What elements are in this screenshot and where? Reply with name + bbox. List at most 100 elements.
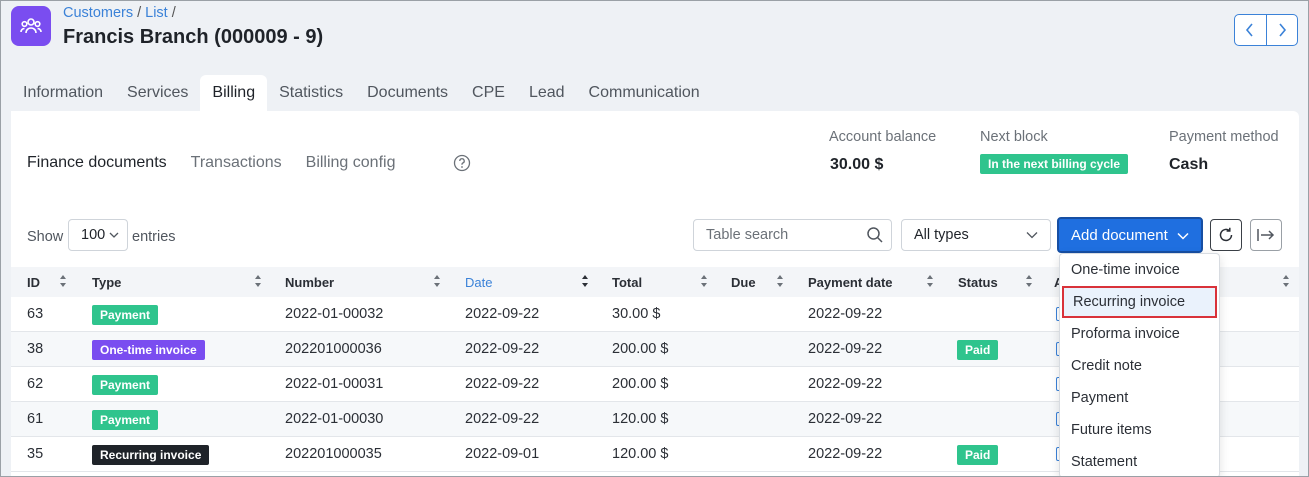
cell-total: 120.00 $ (612, 411, 669, 427)
entries-select[interactable]: 100 (68, 219, 128, 251)
tab-services[interactable]: Services (115, 75, 200, 111)
menu-item-credit-note[interactable]: Credit note (1060, 350, 1219, 382)
cell-id: 62 (27, 376, 44, 392)
record-navigation (1234, 14, 1298, 46)
export-arrow-icon (1257, 229, 1275, 241)
menu-item-one-time-invoice[interactable]: One-time invoice (1060, 254, 1219, 286)
chevron-left-icon[interactable] (1235, 15, 1266, 45)
add-document-menu: One-time invoice Recurring invoice Profo… (1059, 253, 1220, 476)
tab-lead[interactable]: Lead (517, 75, 577, 111)
cell-id: 63 (27, 306, 44, 322)
refresh-button[interactable] (1210, 219, 1242, 251)
types-value: All types (914, 227, 969, 243)
breadcrumb-separator: / (171, 5, 176, 21)
sort-icon[interactable] (1282, 274, 1290, 291)
cell-id: 38 (27, 341, 44, 357)
customers-group-icon (11, 6, 51, 46)
breadcrumb-separator: / (137, 5, 142, 21)
status-badge: Paid (957, 340, 999, 360)
tab-information[interactable]: Information (11, 75, 115, 111)
chevron-down-icon (1026, 232, 1038, 239)
menu-item-recurring-invoice[interactable]: Recurring invoice (1062, 286, 1217, 318)
sort-icon[interactable] (581, 274, 589, 291)
add-document-button[interactable]: Add document (1057, 217, 1203, 253)
tab-billing[interactable]: Billing (200, 75, 268, 111)
sort-icon[interactable] (926, 274, 934, 291)
types-select[interactable]: All types (901, 219, 1051, 251)
menu-item-future-items[interactable]: Future items (1060, 414, 1219, 446)
payment-method-label: Payment method (1169, 129, 1279, 145)
cell-total: 120.00 $ (612, 446, 669, 462)
cell-total: 30.00 $ (612, 306, 661, 322)
cell-total: 200.00 $ (612, 376, 669, 392)
cell-payment-date: 2022-09-22 (808, 341, 883, 357)
type-badge: Payment (92, 410, 159, 430)
subtab-transactions[interactable]: Transactions (191, 154, 282, 172)
cell-date: 2022-09-01 (465, 446, 540, 462)
cell-number[interactable]: 2022-01-00032 (285, 306, 383, 322)
payment-method-value: Cash (1169, 156, 1209, 173)
menu-item-payment[interactable]: Payment (1060, 382, 1219, 414)
next-block-label: Next block (980, 129, 1048, 145)
column-header-total[interactable]: Total (612, 275, 642, 290)
type-badge: Recurring invoice (92, 445, 210, 465)
column-header-number[interactable]: Number (285, 275, 334, 290)
menu-item-statement[interactable]: Statement (1060, 446, 1219, 476)
cell-payment-date: 2022-09-22 (808, 376, 883, 392)
tab-cpe[interactable]: CPE (460, 75, 517, 111)
cell-id: 61 (27, 411, 44, 427)
cell-payment-date: 2022-09-22 (808, 411, 883, 427)
refresh-icon (1219, 227, 1233, 242)
column-header-status[interactable]: Status (958, 275, 998, 290)
cell-payment-date: 2022-09-22 (808, 446, 883, 462)
column-header-id[interactable]: ID (27, 275, 40, 290)
sort-icon[interactable] (433, 274, 441, 291)
type-badge: Payment (92, 375, 159, 395)
sort-icon[interactable] (59, 274, 67, 291)
page-title: Francis Branch (000009 - 9) (63, 26, 324, 48)
account-balance-value: 30.00 $ (830, 156, 884, 173)
column-header-date[interactable]: Date (465, 275, 492, 290)
subtab-billing-config[interactable]: Billing config (306, 154, 396, 172)
column-header-payment-date[interactable]: Payment date (808, 275, 893, 290)
table-search-input[interactable] (693, 219, 892, 251)
question-circle-icon[interactable] (453, 154, 471, 172)
main-tabs: Information Services Billing Statistics … (11, 75, 712, 111)
tab-documents[interactable]: Documents (355, 75, 460, 111)
entries-value: 100 (81, 227, 106, 243)
cell-number[interactable]: 2022-01-00031 (285, 376, 383, 392)
cell-number[interactable]: 2022-01-00030 (285, 411, 383, 427)
chevron-right-icon[interactable] (1265, 15, 1298, 45)
cell-id: 35 (27, 446, 44, 462)
column-header-due[interactable]: Due (731, 275, 756, 290)
breadcrumb: Customers / List / (63, 5, 180, 21)
cell-payment-date: 2022-09-22 (808, 306, 883, 322)
next-block-badge: In the next billing cycle (980, 154, 1129, 174)
menu-item-proforma-invoice[interactable]: Proforma invoice (1060, 318, 1219, 350)
breadcrumb-customers-link[interactable]: Customers (63, 5, 133, 21)
chevron-down-icon (109, 232, 119, 238)
show-label: Show (27, 229, 64, 245)
app-frame: Customers / List / Francis Branch (000009 -… (0, 0, 1309, 477)
sort-icon[interactable] (776, 274, 784, 291)
cell-date: 2022-09-22 (465, 376, 540, 392)
search-icon[interactable] (866, 226, 884, 244)
export-button[interactable] (1250, 219, 1282, 251)
chevron-down-icon (1177, 232, 1189, 240)
tab-communication[interactable]: Communication (577, 75, 712, 111)
subtab-finance-documents[interactable]: Finance documents (27, 154, 167, 172)
sort-icon[interactable] (1025, 274, 1033, 291)
account-balance-label: Account balance (829, 129, 937, 145)
breadcrumb-list-link[interactable]: List (145, 5, 168, 21)
billing-subtabs: Finance documents Transactions Billing c… (27, 154, 419, 172)
cell-total: 200.00 $ (612, 341, 669, 357)
add-document-label: Add document (1071, 226, 1168, 244)
sort-icon[interactable] (700, 274, 708, 291)
cell-date: 2022-09-22 (465, 306, 540, 322)
tab-statistics[interactable]: Statistics (267, 75, 355, 111)
cell-number[interactable]: 202201000036 (285, 341, 382, 357)
column-header-type[interactable]: Type (92, 275, 121, 290)
sort-icon[interactable] (254, 274, 262, 291)
cell-date: 2022-09-22 (465, 411, 540, 427)
cell-number[interactable]: 202201000035 (285, 446, 382, 462)
